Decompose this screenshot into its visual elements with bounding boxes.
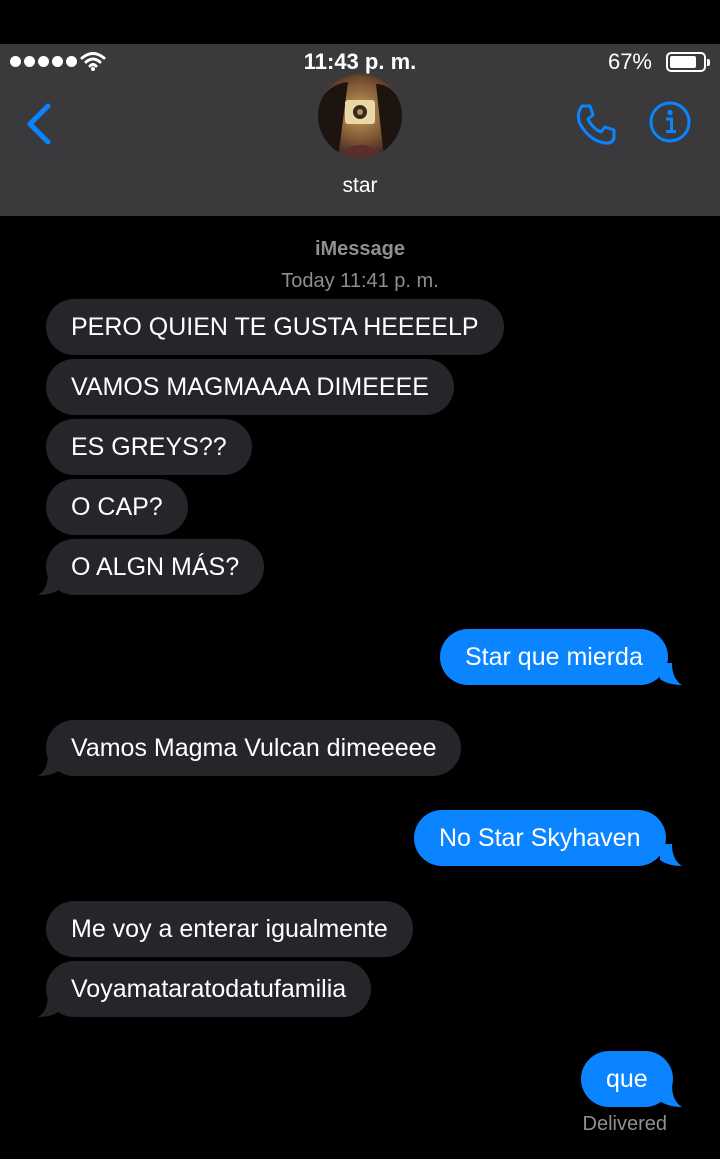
received-message[interactable]: PERO QUIEN TE GUSTA HEEEELP (46, 299, 504, 355)
contact-name[interactable]: star (0, 174, 720, 198)
received-message[interactable]: Voyamataratodatufamilia (46, 961, 372, 1017)
battery-percent: 67% (607, 49, 652, 74)
received-message[interactable]: Me voy a enterar igualmente (46, 901, 413, 957)
service-label: iMessage (314, 238, 406, 260)
sent-message[interactable]: No Star Skyhaven (414, 810, 666, 866)
bubble-tail (38, 573, 60, 595)
received-message[interactable]: VAMOS MAGMAAAA DIMEEEE (46, 359, 454, 415)
delivery-status: Delivered (582, 1113, 667, 1135)
bubble-tail (660, 1085, 682, 1107)
thread-timestamp: Today 11:41 p. m. (281, 270, 439, 292)
bubble-tail (38, 754, 60, 776)
received-message[interactable]: ES GREYS?? (46, 419, 252, 475)
received-message[interactable]: Vamos Magma Vulcan dimeeeee (46, 720, 462, 776)
battery-icon (666, 52, 710, 72)
contact-avatar[interactable] (318, 74, 402, 158)
received-message[interactable]: O ALGN MÁS? (46, 539, 265, 595)
info-icon[interactable] (648, 100, 692, 144)
bubble-tail (660, 844, 682, 866)
phone-icon[interactable] (572, 100, 620, 148)
received-message[interactable]: O CAP? (46, 479, 188, 535)
sent-message[interactable]: Star que mierda (440, 629, 668, 685)
back-chevron-icon[interactable] (22, 102, 62, 146)
bubble-tail (660, 663, 682, 685)
bubble-tail (38, 995, 60, 1017)
conversation-header: star (0, 74, 720, 216)
